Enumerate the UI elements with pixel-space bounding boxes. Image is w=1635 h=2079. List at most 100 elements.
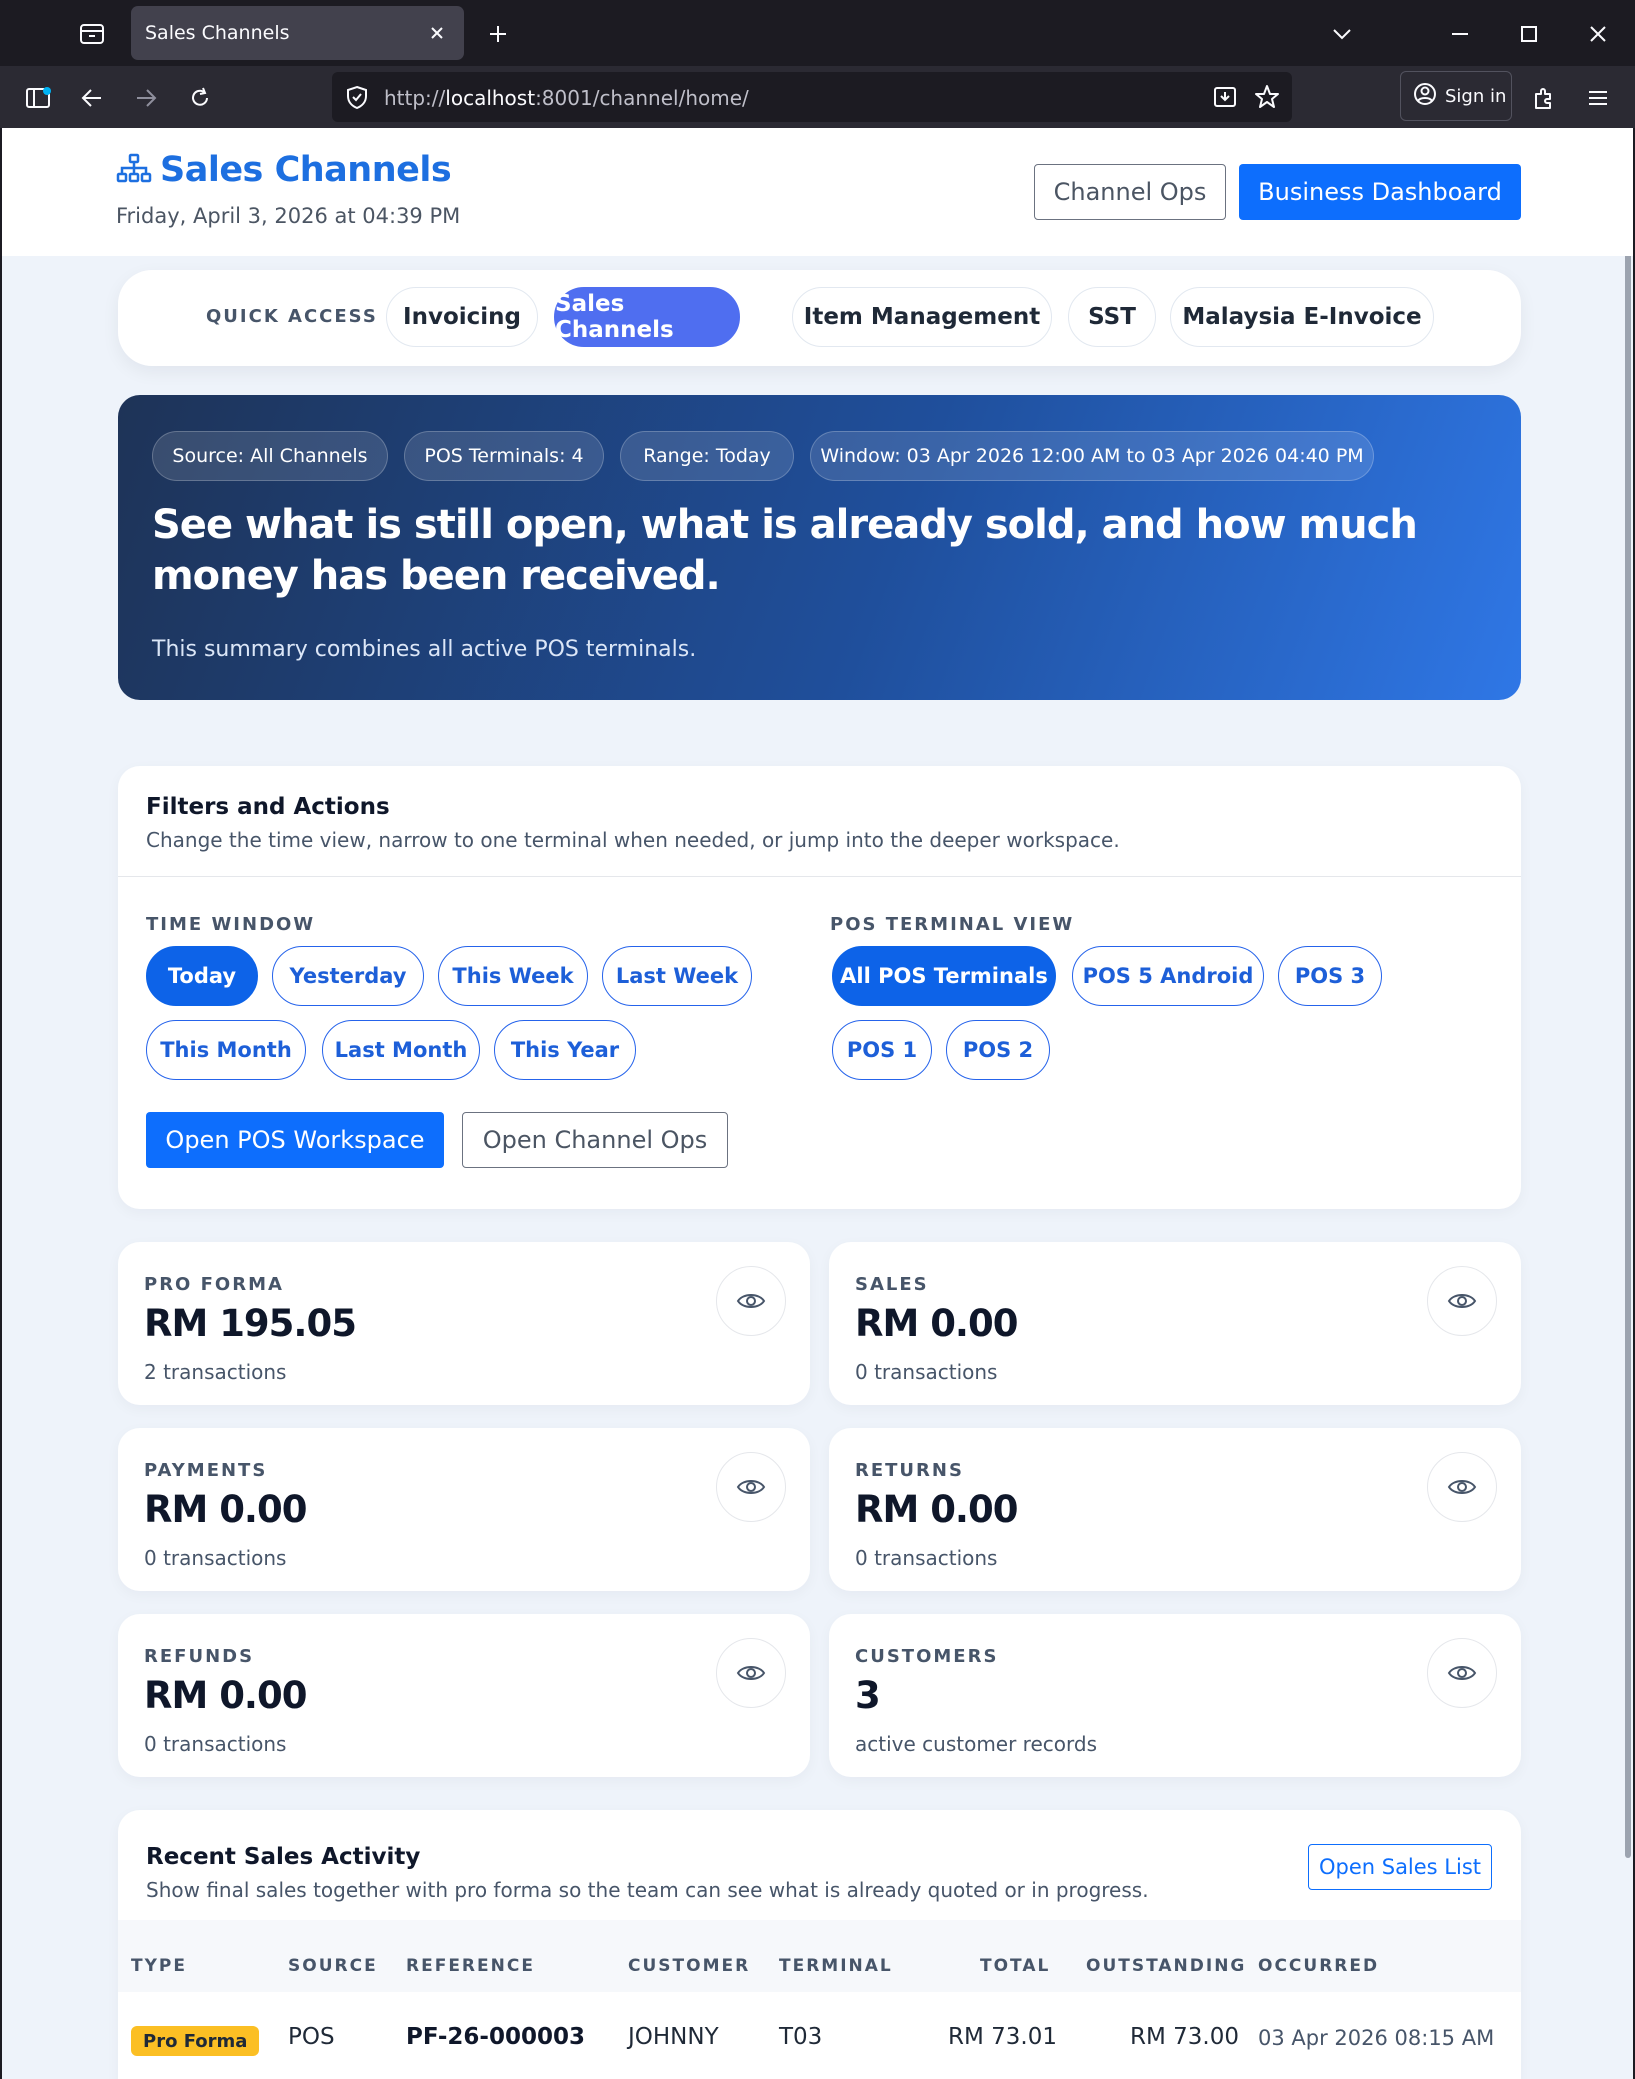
recent-sales-title: Recent Sales Activity [146, 1844, 421, 1870]
metric-value: RM 0.00 [855, 1488, 1018, 1531]
pos-terminal-view-label: POS TERMINAL VIEW [830, 914, 1075, 935]
browser-nav-bar: http://localhost:8001/channel/home/ Sign… [0, 66, 1635, 128]
view-refunds-button[interactable] [716, 1638, 786, 1708]
time-option-last-month[interactable]: Last Month [322, 1020, 480, 1080]
metric-card-refunds: REFUNDS RM 0.00 0 transactions [118, 1614, 810, 1777]
page-title: Sales Channels [160, 150, 452, 190]
tab-overflow-chevron-icon[interactable] [1322, 14, 1362, 54]
quick-link-sst[interactable]: SST [1068, 287, 1156, 347]
time-option-today[interactable]: Today [146, 946, 258, 1006]
cell-customer: JOHNNY [628, 2024, 719, 2050]
view-returns-button[interactable] [1427, 1452, 1497, 1522]
metric-value: 3 [855, 1674, 881, 1717]
metric-subtext: 0 transactions [855, 1360, 998, 1384]
shield-icon[interactable] [346, 85, 368, 113]
time-option-yesterday[interactable]: Yesterday [272, 946, 424, 1006]
bookmark-star-icon[interactable] [1254, 84, 1280, 114]
cell-occurred: 03 Apr 2026 08:15 AM [1258, 2026, 1495, 2050]
extensions-icon[interactable] [1524, 78, 1564, 118]
metric-label: CUSTOMERS [855, 1646, 999, 1667]
open-pos-workspace-button[interactable]: Open POS Workspace [146, 1112, 444, 1168]
sitemap-icon [116, 153, 152, 187]
time-option-this-week[interactable]: This Week [438, 946, 588, 1006]
app-menu-icon[interactable] [1578, 78, 1618, 118]
page-header: Sales Channels Friday, April 3, 2026 at … [2, 128, 1633, 256]
metric-value: RM 0.00 [855, 1302, 1018, 1345]
header-date: Friday, April 3, 2026 at 04:39 PM [116, 204, 461, 228]
page-viewport: Sales Channels Friday, April 3, 2026 at … [0, 128, 1635, 2079]
minimize-icon[interactable] [1440, 14, 1480, 54]
column-header-type[interactable]: TYPE [131, 1956, 187, 1976]
eye-icon [1447, 1666, 1477, 1680]
metric-label: PAYMENTS [144, 1460, 268, 1481]
view-pro-forma-button[interactable] [716, 1266, 786, 1336]
eye-icon [736, 1480, 766, 1494]
back-arrow-icon[interactable] [72, 78, 112, 118]
maximize-icon[interactable] [1509, 14, 1549, 54]
time-option-this-year[interactable]: This Year [494, 1020, 636, 1080]
column-header-outstanding[interactable]: OUTSTANDING [1086, 1956, 1246, 1976]
metric-subtext: 0 transactions [144, 1546, 287, 1570]
quick-link-malaysia-e-invoice[interactable]: Malaysia E-Invoice [1170, 287, 1434, 347]
metric-label: PRO FORMA [144, 1274, 284, 1295]
url-text[interactable]: http://localhost:8001/channel/home/ [384, 86, 749, 110]
page-scrollbar[interactable] [1625, 158, 1631, 1858]
window-chip: Window: 03 Apr 2026 12:00 AM to 03 Apr 2… [810, 431, 1374, 481]
quick-link-invoicing[interactable]: Invoicing [386, 287, 538, 347]
metric-label: RETURNS [855, 1460, 964, 1481]
cell-terminal: T03 [779, 2024, 823, 2050]
channel-ops-button[interactable]: Channel Ops [1034, 164, 1226, 220]
reload-icon[interactable] [180, 78, 220, 118]
url-scheme: http:// [384, 86, 446, 110]
metric-label: SALES [855, 1274, 929, 1295]
pos-terminals-chip: POS Terminals: 4 [404, 431, 604, 481]
filters-divider [118, 876, 1521, 877]
metric-card-customers: CUSTOMERS 3 active customer records [829, 1614, 1521, 1777]
close-tab-icon[interactable] [424, 20, 450, 46]
browser-tab-bar: Sales Channels [0, 0, 1635, 66]
column-header-customer[interactable]: CUSTOMER [628, 1956, 750, 1976]
sidebar-toggle-icon[interactable] [18, 78, 58, 118]
new-tab-icon[interactable] [480, 16, 516, 52]
cell-total: RM 73.01 [948, 2024, 1057, 2050]
column-header-total[interactable]: TOTAL [980, 1956, 1050, 1976]
column-header-terminal[interactable]: TERMINAL [779, 1956, 893, 1976]
view-sales-button[interactable] [1427, 1266, 1497, 1336]
forward-arrow-icon[interactable] [126, 78, 166, 118]
terminal-option-pos-1[interactable]: POS 1 [832, 1020, 932, 1080]
address-bar[interactable]: http://localhost:8001/channel/home/ [332, 72, 1292, 122]
open-channel-ops-button[interactable]: Open Channel Ops [462, 1112, 728, 1168]
metric-value: RM 0.00 [144, 1674, 307, 1717]
view-payments-button[interactable] [716, 1452, 786, 1522]
metric-subtext: 2 transactions [144, 1360, 287, 1384]
quick-link-sales-channels[interactable]: Sales Channels [554, 287, 740, 347]
column-header-reference[interactable]: REFERENCE [406, 1956, 535, 1976]
column-header-occurred[interactable]: OCCURRED [1258, 1956, 1379, 1976]
column-header-source[interactable]: SOURCE [288, 1956, 378, 1976]
time-option-this-month[interactable]: This Month [146, 1020, 306, 1080]
sign-in-button[interactable]: Sign in [1400, 71, 1512, 121]
quick-link-item-management[interactable]: Item Management [792, 287, 1052, 347]
recent-sales-subtitle: Show final sales together with pro forma… [146, 1878, 1149, 1902]
terminal-option-pos-5-android[interactable]: POS 5 Android [1072, 946, 1264, 1006]
close-window-icon[interactable] [1578, 14, 1618, 54]
brand[interactable]: Sales Channels [116, 150, 452, 190]
terminal-option-pos-3[interactable]: POS 3 [1278, 946, 1382, 1006]
open-sales-list-button[interactable]: Open Sales List [1308, 1844, 1492, 1890]
save-to-pocket-icon[interactable] [1212, 84, 1238, 114]
metric-value: RM 195.05 [144, 1302, 357, 1345]
terminal-option-all[interactable]: All POS Terminals [832, 946, 1056, 1006]
tab-title: Sales Channels [145, 22, 290, 44]
filters-title: Filters and Actions [146, 794, 390, 820]
time-option-last-week[interactable]: Last Week [602, 946, 752, 1006]
metric-subtext: 0 transactions [855, 1546, 998, 1570]
metric-label: REFUNDS [144, 1646, 255, 1667]
metric-card-sales: SALES RM 0.00 0 transactions [829, 1242, 1521, 1405]
cell-reference[interactable]: PF-26-000003 [406, 2024, 585, 2050]
terminal-option-pos-2[interactable]: POS 2 [946, 1020, 1050, 1080]
table-header: TYPE SOURCE REFERENCE CUSTOMER TERMINAL … [118, 1920, 1521, 1992]
view-customers-button[interactable] [1427, 1638, 1497, 1708]
tab-list-icon[interactable] [70, 17, 114, 51]
browser-tab-active[interactable]: Sales Channels [131, 6, 464, 60]
business-dashboard-button[interactable]: Business Dashboard [1239, 164, 1521, 220]
